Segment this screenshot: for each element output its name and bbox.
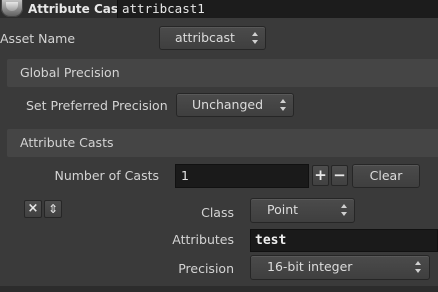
dropdown-arrows-icon xyxy=(280,99,287,111)
number-of-casts-label: Number of Casts xyxy=(54,168,159,183)
bottom-divider xyxy=(0,286,438,292)
dropdown-arrows-icon xyxy=(341,204,348,216)
clear-casts-label: Clear xyxy=(369,168,403,183)
precision-label: Precision xyxy=(178,261,234,276)
asset-name-value: attribcast xyxy=(175,30,235,45)
class-menu[interactable]: Point xyxy=(250,198,355,223)
attributes-label: Attributes xyxy=(172,232,234,247)
class-value: Point xyxy=(267,202,299,217)
node-icon[interactable] xyxy=(1,0,23,17)
class-label: Class xyxy=(201,205,234,220)
close-icon[interactable]: × xyxy=(24,200,42,218)
add-cast-button[interactable]: + xyxy=(312,165,329,186)
global-precision-section[interactable]: Global Precision xyxy=(7,59,438,87)
asset-name-label: Asset Name xyxy=(0,31,76,46)
node-name-text[interactable]: attribcast1 xyxy=(122,1,205,17)
attribute-casts-section[interactable]: Attribute Casts xyxy=(7,129,438,157)
precision-value: 16-bit integer xyxy=(267,259,353,274)
preferred-precision-value: Unchanged xyxy=(192,97,264,112)
remove-cast-button[interactable]: − xyxy=(331,165,348,186)
dropdown-arrows-icon xyxy=(252,32,259,44)
attribute-casts-title: Attribute Casts xyxy=(20,135,114,150)
precision-menu[interactable]: 16-bit integer xyxy=(250,255,430,280)
attributes-input[interactable]: test xyxy=(250,229,438,252)
global-precision-title: Global Precision xyxy=(20,65,120,80)
asset-name-menu[interactable]: attribcast xyxy=(159,26,266,50)
preferred-precision-menu[interactable]: Unchanged xyxy=(176,93,294,117)
clear-casts-button[interactable]: Clear xyxy=(352,164,420,188)
preferred-precision-label: Set Preferred Precision xyxy=(26,98,168,113)
dropdown-arrows-icon xyxy=(415,261,422,273)
move-icon[interactable]: ⇕ xyxy=(44,200,62,218)
number-of-casts-input[interactable]: 1 xyxy=(175,164,309,188)
node-type-label: Attribute Cast xyxy=(28,2,124,16)
